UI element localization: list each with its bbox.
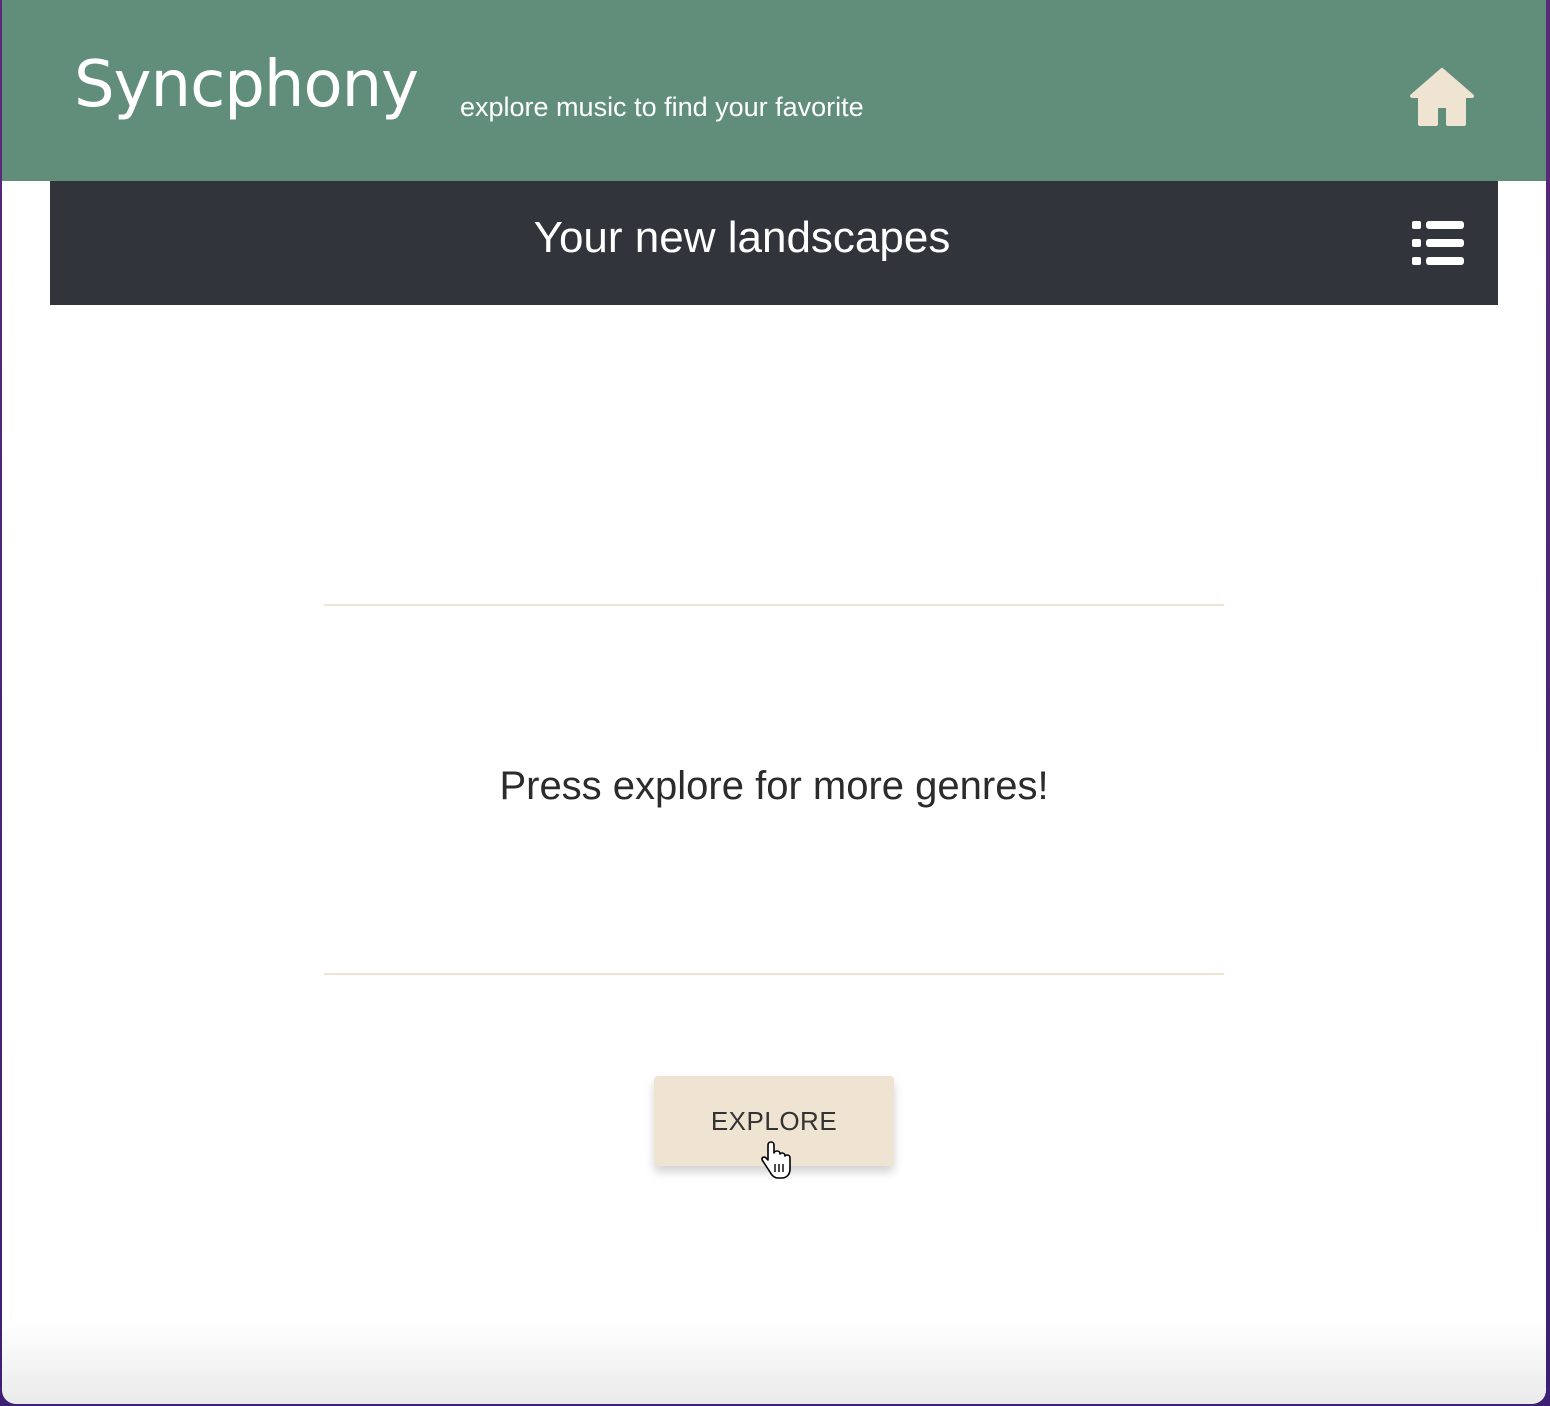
bottom-shadow xyxy=(2,1320,1546,1404)
app-window: Syncphony explore music to find your fav… xyxy=(2,0,1546,1404)
home-button[interactable] xyxy=(1410,66,1474,126)
section-bar: Your new landscapes xyxy=(50,181,1498,305)
explore-button[interactable]: EXPLORE xyxy=(654,1076,894,1166)
divider-top xyxy=(324,604,1224,606)
menu-button[interactable] xyxy=(1410,219,1466,267)
brand-logo[interactable]: Syncphony xyxy=(74,50,419,121)
section-title: Your new landscapes xyxy=(533,213,951,262)
tagline: explore music to find your favorite xyxy=(460,92,864,122)
site-header: Syncphony explore music to find your fav… xyxy=(2,0,1546,181)
divider-bottom xyxy=(324,973,1224,975)
home-icon xyxy=(1410,68,1474,126)
list-icon xyxy=(1412,221,1464,265)
explore-prompt: Press explore for more genres! xyxy=(499,764,1049,808)
